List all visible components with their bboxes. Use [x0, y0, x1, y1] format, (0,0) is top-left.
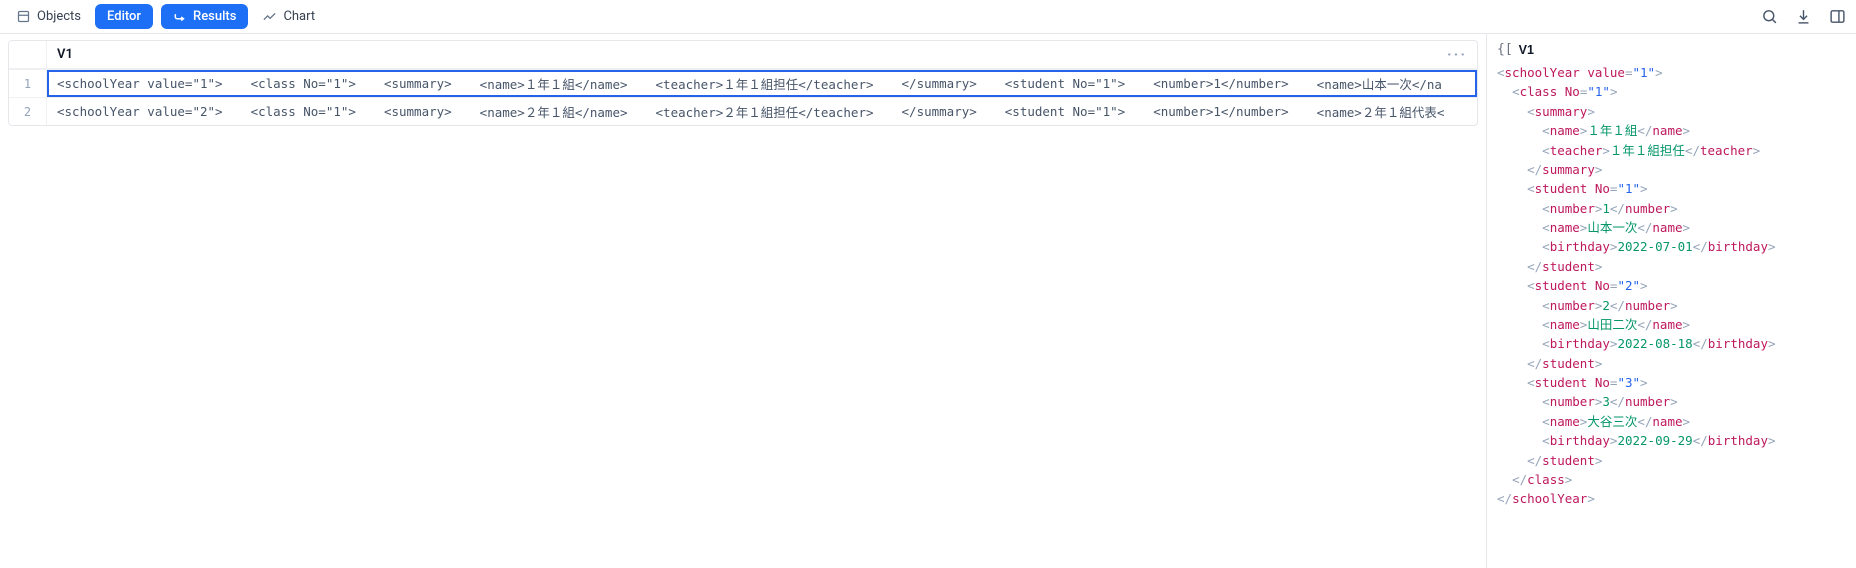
column-header[interactable]: V1 ···	[47, 41, 1477, 68]
tab-results[interactable]: Results	[161, 4, 248, 29]
results-grid: V1 ··· 1 <schoolYear value="1"> <class No=…	[8, 40, 1478, 126]
xml-line: <birthday>2022-09-29</birthday>	[1497, 431, 1846, 450]
main-split: V1 ··· 1<schoolYear value="1"><class No=…	[0, 34, 1856, 568]
detail-column-name: V1	[1519, 43, 1534, 57]
xml-line: </student>	[1497, 354, 1846, 373]
tab-results-label: Results	[193, 9, 236, 24]
xml-line: </summary>	[1497, 160, 1846, 179]
xml-fragment: <student No="1">	[1005, 76, 1125, 91]
xml-fragment: <teacher>１年１組担任</teacher>	[656, 74, 874, 93]
column-menu-icon[interactable]: ···	[1447, 45, 1467, 64]
xml-line: <class No="1">	[1497, 82, 1846, 101]
results-pane: V1 ··· 1 <schoolYear value="1"> <class No=…	[0, 34, 1486, 568]
xml-fragment: <name>２年１組</name>	[480, 102, 628, 121]
xml-fragment: <schoolYear value="2">	[57, 104, 223, 119]
grid-corner	[9, 41, 47, 68]
xml-line: <student No="3">	[1497, 373, 1846, 392]
detail-header: {[ V1	[1497, 42, 1846, 57]
search-icon[interactable]	[1760, 8, 1778, 26]
braces-icon: {[	[1497, 42, 1513, 57]
tab-editor-label: Editor	[107, 9, 141, 24]
tab-editor[interactable]: Editor	[95, 4, 153, 29]
xml-fragment: <summary>	[384, 76, 452, 91]
toolbar: Objects Editor Results Chart	[0, 0, 1856, 34]
tab-chart-label: Chart	[283, 9, 315, 24]
grid-header-row: V1 ···	[9, 41, 1477, 69]
xml-fragment: <number>1</number>	[1153, 104, 1288, 119]
xml-fragment: </summary>	[902, 104, 977, 119]
download-icon[interactable]	[1794, 8, 1812, 26]
xml-line: <name>山田二次</name>	[1497, 315, 1846, 334]
xml-line: </class>	[1497, 470, 1846, 489]
xml-line: <number>3</number>	[1497, 392, 1846, 411]
xml-line: <birthday>2022-08-18</birthday>	[1497, 334, 1846, 353]
xml-line: <schoolYear value="1">	[1497, 63, 1846, 82]
xml-line: <name>１年１組</name>	[1497, 121, 1846, 140]
tab-objects[interactable]: Objects	[10, 5, 87, 28]
tab-chart[interactable]: Chart	[256, 5, 321, 28]
xml-fragment: <class No="1">	[251, 76, 356, 91]
table-row[interactable]: 1 <schoolYear value="1"> <class No="1"> <su…	[9, 69, 1477, 97]
xml-line: <teacher>１年１組担任</teacher>	[1497, 141, 1846, 160]
xml-fragment: <student No="1">	[1005, 104, 1125, 119]
detail-xml: <schoolYear value="1"> <class No="1"> <s…	[1497, 63, 1846, 509]
xml-fragment: <name>山本一次</na	[1317, 74, 1442, 93]
chart-icon	[262, 9, 277, 24]
results-arrow-icon	[173, 10, 187, 24]
row-number: 2	[9, 98, 47, 125]
table-row[interactable]: 2 <schoolYear value="2"> <class No="1"> <su…	[9, 97, 1477, 125]
xml-fragment: </summary>	[902, 76, 977, 91]
xml-line: </schoolYear>	[1497, 489, 1846, 508]
tab-objects-label: Objects	[37, 9, 81, 24]
database-icon	[16, 9, 31, 24]
cell-v1[interactable]: <schoolYear value="2"> <class No="1"> <sum…	[47, 98, 1477, 125]
xml-line: <name>大谷三次</name>	[1497, 412, 1846, 431]
xml-line: <birthday>2022-07-01</birthday>	[1497, 237, 1846, 256]
xml-fragment: <number>1</number>	[1153, 76, 1288, 91]
row-number: 1	[9, 70, 47, 97]
xml-fragment: <teacher>２年１組担任</teacher>	[656, 102, 874, 121]
xml-line: </student>	[1497, 257, 1846, 276]
xml-line: <summary>	[1497, 102, 1846, 121]
xml-fragment: <class No="1">	[251, 104, 356, 119]
column-header-label: V1	[57, 47, 73, 62]
panel-toggle-icon[interactable]	[1828, 8, 1846, 26]
cell-v1[interactable]: <schoolYear value="1"> <class No="1"> <sum…	[47, 70, 1477, 97]
xml-line: <number>2</number>	[1497, 296, 1846, 315]
xml-fragment: <name>１年１組</name>	[480, 74, 628, 93]
xml-line: <name>山本一次</name>	[1497, 218, 1846, 237]
xml-line: <student No="2">	[1497, 276, 1846, 295]
xml-line: </student>	[1497, 451, 1846, 470]
detail-pane: {[ V1 <schoolYear value="1"> <class No="…	[1486, 34, 1856, 568]
xml-fragment: <summary>	[384, 104, 452, 119]
xml-fragment: <name>２年１組代表<	[1317, 102, 1445, 121]
xml-line: <number>1</number>	[1497, 199, 1846, 218]
xml-line: <student No="1">	[1497, 179, 1846, 198]
xml-fragment: <schoolYear value="1">	[57, 76, 223, 91]
